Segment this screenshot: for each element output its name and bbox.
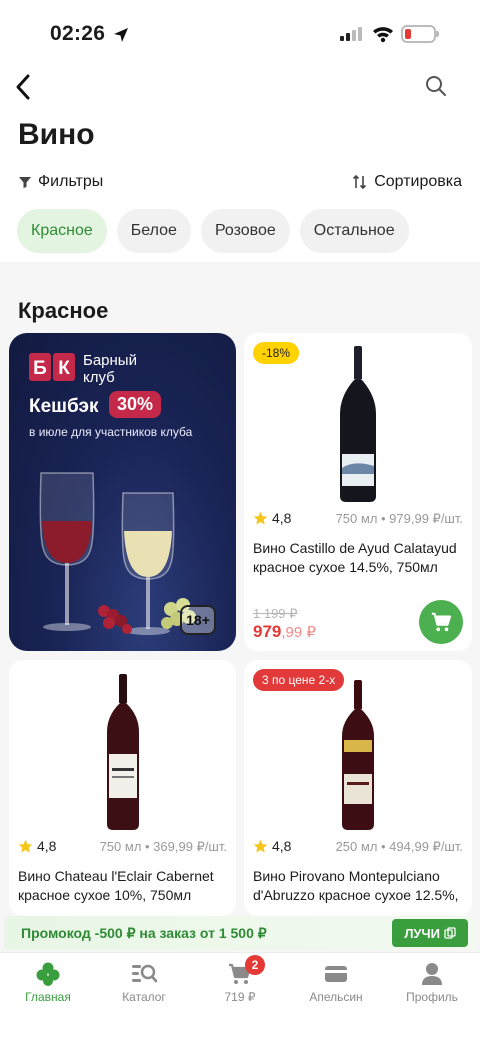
- add-to-cart-button[interactable]: [419, 600, 463, 644]
- product-rating: 4,8: [253, 510, 291, 526]
- tab-label: Профиль: [406, 990, 458, 1004]
- old-price: 1 199 ₽: [253, 606, 298, 621]
- product-rating: 4,8: [253, 838, 291, 854]
- page-title: Вино: [18, 118, 95, 151]
- catalog-search-icon: [132, 964, 157, 983]
- promo-subtitle: в июле для участников клуба: [29, 425, 193, 439]
- tab-label: Главная: [25, 990, 71, 1004]
- cart-count-badge: 2: [245, 955, 265, 975]
- tab-catalog[interactable]: Каталог: [96, 953, 192, 1013]
- product-volume-price: 750 мл • 369,99 ₽/шт.: [99, 839, 227, 854]
- chip-other[interactable]: Остальное: [299, 209, 409, 253]
- wine-bottle-image: [342, 680, 374, 830]
- promo-code-value: ЛУЧИ: [404, 925, 440, 941]
- category-chips: Красное Белое Розовое Остальное: [17, 209, 409, 253]
- current-price: 979,99 ₽: [253, 622, 316, 642]
- barclub-logo: Б К: [29, 353, 75, 381]
- status-bar: 02:26: [0, 0, 480, 70]
- search-icon[interactable]: [424, 74, 448, 98]
- promo-code-copy-button[interactable]: ЛУЧИ: [392, 919, 468, 947]
- sort-arrows-icon: [353, 174, 367, 190]
- product-volume-price: 750 мл • 979,99 ₽/шт.: [335, 511, 463, 526]
- cellular-signal-icon: [340, 27, 362, 41]
- age-restriction-badge: 18+: [180, 605, 216, 635]
- barclub-promo-banner[interactable]: Б К Барный клуб Кешбэк 30% в июле для уч…: [9, 333, 236, 651]
- tab-home[interactable]: Главная: [0, 953, 96, 1013]
- promo-badge: 3 по цене 2-х: [253, 669, 345, 691]
- tab-cart[interactable]: 2 719 ₽: [192, 953, 288, 1013]
- promo-cashback-label: Кешбэк: [29, 396, 99, 417]
- sort-button[interactable]: Сортировка: [352, 173, 462, 191]
- wine-bottle-image: [340, 346, 376, 502]
- star-icon: [253, 839, 268, 852]
- clover-icon: [36, 962, 60, 986]
- filters-button[interactable]: Фильтры: [18, 173, 103, 191]
- product-name: Вино Chateau l'Eclair Cabernet красное с…: [18, 868, 214, 903]
- sort-label: Сортировка: [374, 173, 462, 190]
- product-rating: 4,8: [18, 838, 56, 854]
- promo-strip-text: Промокод -500 ₽ на заказ от 1 500 ₽: [21, 925, 267, 941]
- filters-label: Фильтры: [38, 173, 104, 190]
- star-icon: [18, 839, 33, 852]
- bottom-tab-bar: Главная Каталог 2 719 ₽ Апельсин Профиль: [0, 952, 480, 1043]
- nav-row: [0, 70, 480, 110]
- status-time: 02:26: [50, 22, 106, 45]
- product-name: Вино Pirovano Montepulciano d'Abruzzo кр…: [253, 868, 459, 903]
- discount-badge: -18%: [253, 342, 300, 364]
- section-title: Красное: [18, 298, 109, 323]
- card-icon: [325, 966, 347, 982]
- chip-rose[interactable]: Розовое: [200, 209, 290, 253]
- tab-apelsin[interactable]: Апельсин: [288, 953, 384, 1013]
- star-icon: [253, 511, 268, 524]
- filter-funnel-icon: [19, 177, 31, 188]
- product-volume-price: 250 мл • 494,99 ₽/шт.: [335, 839, 463, 854]
- product-name: Вино Castillo de Ayud Calatayud красное …: [253, 540, 457, 575]
- profile-icon: [422, 963, 442, 985]
- svg-text:К: К: [58, 358, 70, 379]
- chip-red[interactable]: Красное: [17, 209, 107, 253]
- wine-bottle-image: [107, 674, 139, 830]
- tab-label: Апельсин: [309, 990, 363, 1004]
- location-arrow-icon: [114, 28, 128, 42]
- rating-value: 4,8: [37, 838, 57, 854]
- rating-value: 4,8: [272, 510, 292, 526]
- back-arrow-icon[interactable]: [12, 72, 36, 102]
- price-main: 979: [253, 622, 282, 641]
- copy-icon: [444, 927, 456, 939]
- promo-code-strip[interactable]: Промокод -500 ₽ на заказ от 1 500 ₽ ЛУЧИ: [4, 916, 476, 950]
- promo-club-name: Барный клуб: [83, 352, 137, 386]
- tab-label: Каталог: [122, 990, 166, 1004]
- tab-label: 719 ₽: [224, 990, 256, 1004]
- wifi-icon: [373, 27, 393, 43]
- battery-icon: [401, 25, 439, 43]
- price-cents: ,99 ₽: [281, 624, 316, 641]
- rating-value: 4,8: [272, 838, 292, 854]
- cart-icon: [431, 612, 452, 632]
- chip-white[interactable]: Белое: [116, 209, 191, 253]
- promo-cashback-value: 30%: [109, 391, 162, 418]
- svg-text:Б: Б: [33, 358, 47, 379]
- tab-profile[interactable]: Профиль: [384, 953, 480, 1013]
